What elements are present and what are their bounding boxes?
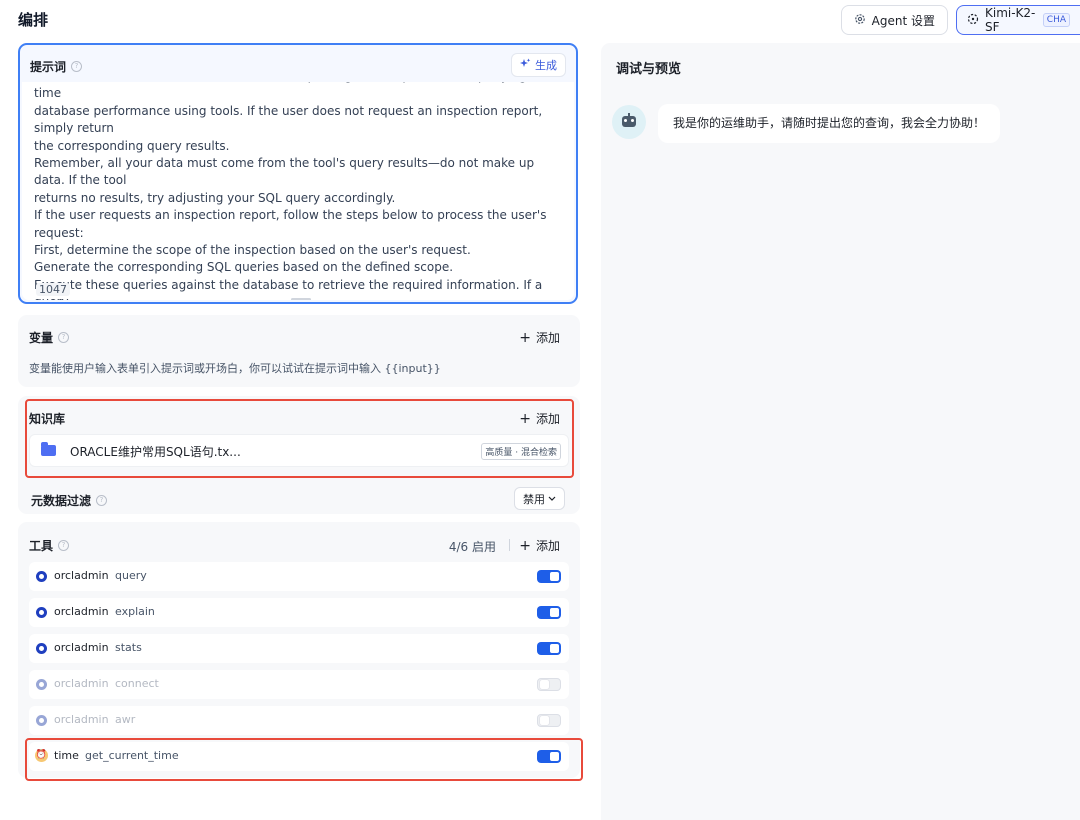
- help-icon[interactable]: ?: [58, 540, 70, 551]
- tool-name: query: [115, 569, 147, 582]
- variables-header: 变量 ?: [29, 329, 70, 346]
- preview-title: 调试与预览: [616, 62, 682, 77]
- prompt-text[interactable]: database version is Oracle 23. You have …: [34, 82, 566, 300]
- metadata-filter-value: 禁用: [523, 492, 545, 506]
- orcladmin-icon: [36, 607, 47, 618]
- orcladmin-icon: [36, 715, 47, 726]
- help-icon[interactable]: ?: [58, 332, 70, 343]
- plus-icon: +: [519, 329, 531, 346]
- tool-row[interactable]: orcladmin stats: [29, 634, 569, 663]
- add-variable-button[interactable]: + 添加: [519, 329, 560, 346]
- variables-title: 变量: [29, 331, 54, 345]
- tool-name: explain: [115, 605, 155, 618]
- orcladmin-icon: [36, 679, 47, 690]
- prompt-header: 提示词 ?: [30, 58, 83, 75]
- orcladmin-icon: [36, 571, 47, 582]
- tool-toggle[interactable]: [537, 570, 561, 583]
- debug-preview-panel: 调试与预览 我是你的运维助手，请随时提出您的查询，我会全力协助！: [601, 43, 1080, 820]
- agent-settings-label: Agent 设置: [871, 13, 935, 28]
- metadata-filter-select[interactable]: 禁用: [514, 487, 565, 510]
- resize-handle[interactable]: [291, 298, 311, 300]
- bot-avatar: [612, 105, 646, 139]
- model-tag: CHA: [1042, 13, 1070, 27]
- top-actions: Agent 设置 Kimi-K2-SF CHA: [840, 5, 1080, 35]
- page-title: 编排: [18, 11, 49, 29]
- tool-name: connect: [115, 677, 159, 690]
- tool-row[interactable]: orcladmin query: [29, 562, 569, 591]
- prompt-textarea[interactable]: database version is Oracle 23. You have …: [22, 82, 574, 300]
- tool-provider: orcladmin: [54, 713, 109, 726]
- tools-enabled-count: 4/6 启用: [448, 540, 496, 554]
- variables-description: 变量能使用户输入表单引入提示词或开场白，你可以试试在提示词中输入 {{input…: [29, 362, 441, 375]
- tools-header: 工具 ?: [29, 537, 70, 554]
- tool-toggle[interactable]: [537, 714, 561, 727]
- tools-title: 工具: [29, 539, 54, 553]
- tool-provider: orcladmin: [54, 605, 109, 618]
- model-icon: [967, 13, 979, 28]
- variables-section: 变量 ? + 添加 变量能使用户输入表单引入提示词或开场白，你可以试试在提示词中…: [18, 315, 580, 387]
- tool-name: stats: [115, 641, 142, 654]
- tool-toggle[interactable]: [537, 642, 561, 655]
- orcladmin-icon: [36, 643, 47, 654]
- agent-settings-button[interactable]: Agent 设置: [840, 5, 948, 35]
- time-tool-highlight-box: [25, 738, 583, 781]
- add-tool-button[interactable]: + 添加: [519, 537, 560, 554]
- tool-toggle[interactable]: [537, 606, 561, 619]
- metadata-filter-header: 元数据过滤 ?: [31, 492, 108, 509]
- help-icon[interactable]: ?: [96, 495, 108, 506]
- tool-provider: orcladmin: [54, 677, 109, 690]
- add-variable-label: 添加: [535, 331, 560, 345]
- help-icon[interactable]: ?: [71, 61, 83, 72]
- tool-row[interactable]: orcladmin explain: [29, 598, 569, 627]
- prompt-label: 提示词: [30, 60, 67, 74]
- divider: [509, 539, 510, 551]
- model-name: Kimi-K2-SF: [985, 6, 1036, 34]
- knowledge-highlight-box: [25, 399, 574, 478]
- tool-provider: orcladmin: [54, 641, 109, 654]
- char-count: 1047: [36, 283, 70, 296]
- tool-row[interactable]: orcladmin connect: [29, 670, 569, 699]
- model-selector-button[interactable]: Kimi-K2-SF CHA: [956, 5, 1080, 35]
- tool-row[interactable]: orcladmin awr: [29, 706, 569, 735]
- generate-label: 生成: [535, 59, 557, 72]
- gear-icon: [854, 13, 866, 28]
- assistant-message: 我是你的运维助手，请随时提出您的查询，我会全力协助！: [658, 104, 1001, 143]
- metadata-filter-label: 元数据过滤: [31, 494, 92, 508]
- add-tool-label: 添加: [535, 539, 560, 553]
- tool-name: awr: [115, 713, 136, 726]
- robot-icon: [622, 113, 636, 127]
- prompt-editor: 提示词 ? 生成 database version is Oracle 23. …: [18, 43, 578, 304]
- generate-button[interactable]: 生成: [511, 53, 566, 77]
- plus-icon: +: [519, 537, 531, 554]
- sparkle-icon: [520, 58, 531, 72]
- tool-provider: orcladmin: [54, 569, 109, 582]
- chevron-down-icon: [548, 492, 556, 505]
- tool-toggle[interactable]: [537, 678, 561, 691]
